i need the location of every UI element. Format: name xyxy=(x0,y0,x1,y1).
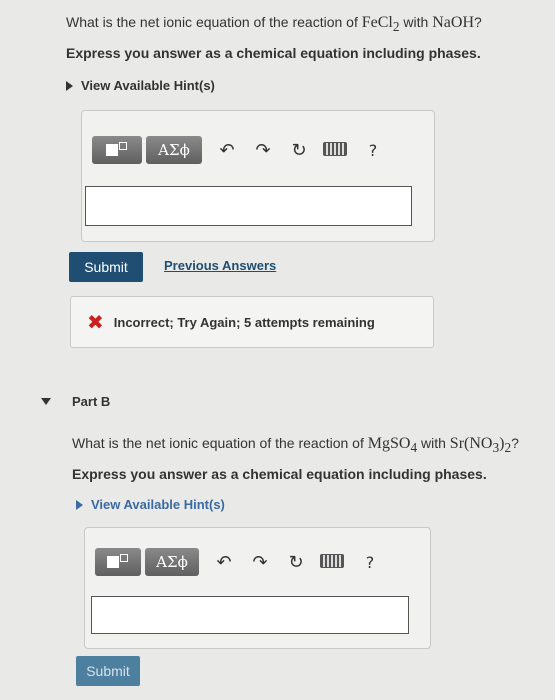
greek-symbols-button[interactable]: ΑΣϕ xyxy=(145,548,199,576)
redo-icon[interactable]: ↷ xyxy=(245,552,275,573)
reactant-fecl2: FeCl2 xyxy=(361,14,400,35)
part-a-question: What is the net ionic equation of the re… xyxy=(66,14,482,35)
collapse-part-b-icon[interactable] xyxy=(41,398,51,405)
part-a-answer-box: ΑΣϕ ↶ ↷ ↻ ? xyxy=(81,110,435,242)
part-a-submit-button[interactable]: Submit xyxy=(69,252,143,282)
help-icon[interactable]: ? xyxy=(355,553,385,572)
part-a-instruction: Express you answer as a chemical equatio… xyxy=(66,45,481,61)
reset-icon[interactable]: ↻ xyxy=(281,552,311,573)
undo-icon[interactable]: ↶ xyxy=(212,140,242,161)
part-a-hint-toggle[interactable]: View Available Hint(s) xyxy=(66,78,215,93)
incorrect-x-icon: ✖ xyxy=(87,310,104,334)
reactant-mgso4: MgSO4 xyxy=(367,435,418,456)
reactant-naoh: NaOH xyxy=(432,14,474,31)
part-b-hint-toggle[interactable]: View Available Hint(s) xyxy=(76,497,225,512)
part-a-toolbar: ΑΣϕ ↶ ↷ ↻ ? xyxy=(92,136,388,164)
expand-triangle-icon xyxy=(66,80,73,91)
template-icon xyxy=(107,554,129,570)
reset-icon[interactable]: ↻ xyxy=(284,140,314,161)
part-b-question: What is the net ionic equation of the re… xyxy=(72,435,519,456)
part-a-feedback: ✖ Incorrect; Try Again; 5 attempts remai… xyxy=(70,296,434,348)
help-icon[interactable]: ? xyxy=(358,141,388,160)
template-button[interactable] xyxy=(92,136,142,164)
part-b-answer-input[interactable] xyxy=(91,596,409,634)
keyboard-icon[interactable] xyxy=(320,140,350,161)
undo-icon[interactable]: ↶ xyxy=(209,552,239,573)
redo-icon[interactable]: ↷ xyxy=(248,140,278,161)
part-b-submit-button[interactable]: Submit xyxy=(76,656,140,686)
template-icon xyxy=(106,142,128,158)
part-a-answer-input[interactable] xyxy=(85,186,412,226)
reactant-srno32: Sr(NO3)2 xyxy=(449,435,512,456)
previous-answers-link[interactable]: Previous Answers xyxy=(164,258,276,273)
keyboard-icon[interactable] xyxy=(317,552,347,573)
template-button[interactable] xyxy=(95,548,141,576)
part-b-instruction: Express you answer as a chemical equatio… xyxy=(72,466,487,482)
part-b-answer-box: ΑΣϕ ↶ ↷ ↻ ? xyxy=(84,527,431,649)
greek-symbols-button[interactable]: ΑΣϕ xyxy=(146,136,202,164)
part-b-label: Part B xyxy=(72,394,111,409)
expand-triangle-icon xyxy=(76,499,83,510)
part-b-toolbar: ΑΣϕ ↶ ↷ ↻ ? xyxy=(95,548,385,576)
